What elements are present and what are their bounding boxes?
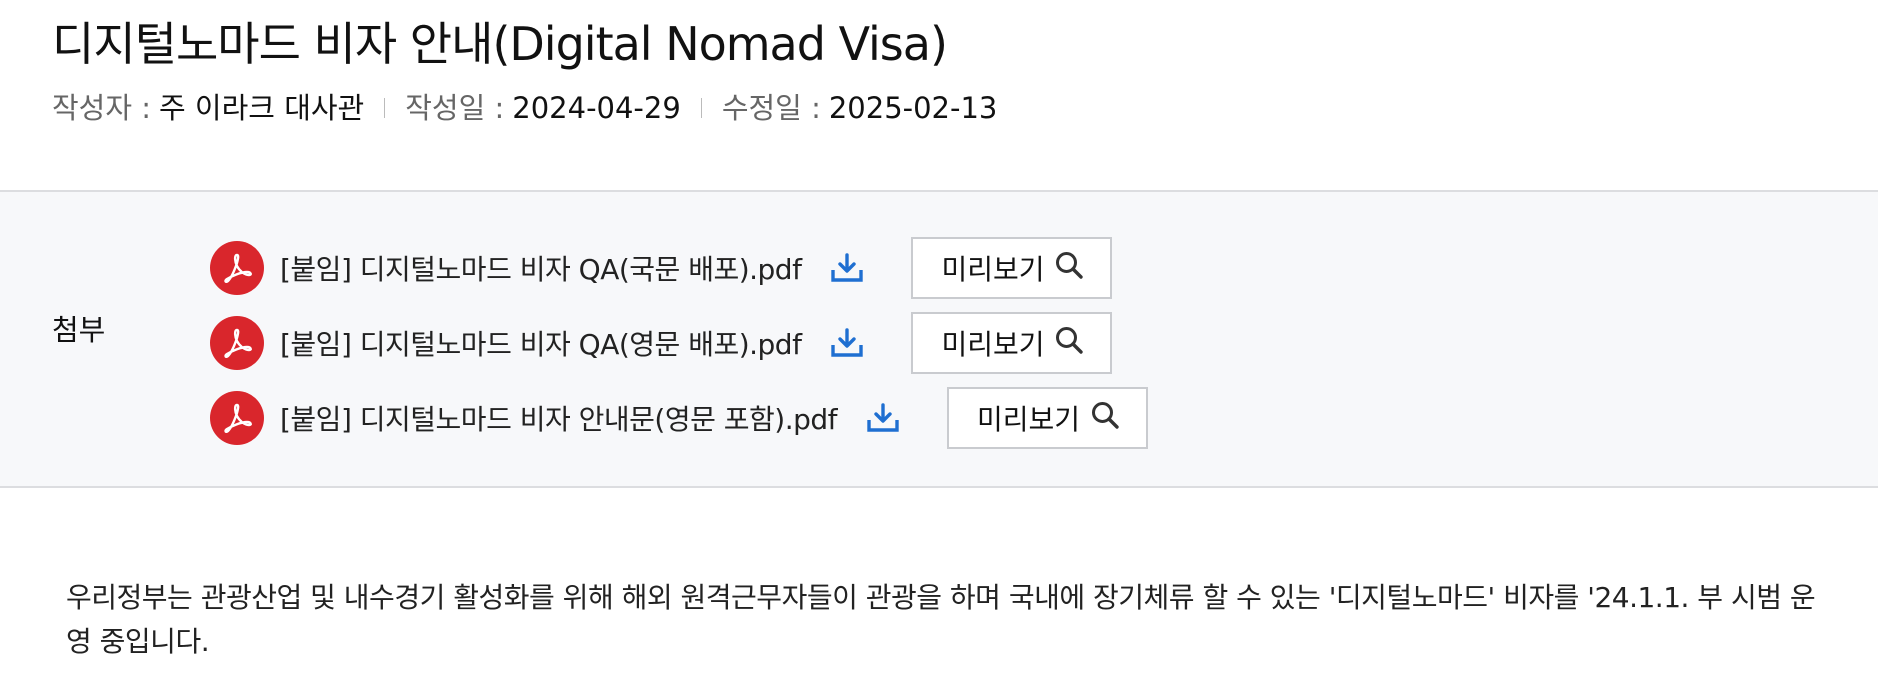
attachment-row: [붙임] 디지털노마드 비자 QA(영문 배포).pdf 미리보기 — [210, 312, 1113, 374]
attachments-section: 첨부 [붙임] 디지털노마드 비자 QA(국문 배포).pdf 미리보기 [붙임… — [0, 190, 1878, 488]
search-icon — [1090, 400, 1120, 437]
preview-button[interactable]: 미리보기 — [947, 387, 1149, 449]
preview-label: 미리보기 — [941, 253, 1045, 286]
attachment-link[interactable]: [붙임] 디지털노마드 비자 안내문(영문 포함).pdf — [280, 398, 838, 438]
modified-date: 2025-02-13 — [828, 91, 998, 125]
pdf-icon — [210, 316, 264, 370]
created-date: 2024-04-29 — [512, 91, 681, 125]
author-label: 작성자 : — [52, 91, 152, 125]
page-title: 디지털노마드 비자 안내(Digital Nomad Visa) — [52, 17, 948, 71]
preview-button[interactable]: 미리보기 — [911, 237, 1113, 299]
post-meta: 작성자 : 주 이라크 대사관 작성일 : 2024-04-29 수정일 : 2… — [52, 88, 997, 128]
pdf-icon — [210, 391, 264, 445]
attachment-link[interactable]: [붙임] 디지털노마드 비자 QA(국문 배포).pdf — [280, 248, 802, 288]
download-icon[interactable] — [829, 250, 865, 286]
preview-label: 미리보기 — [977, 403, 1081, 436]
search-icon — [1054, 325, 1084, 362]
attachment-link[interactable]: [붙임] 디지털노마드 비자 QA(영문 배포).pdf — [280, 323, 802, 363]
page: 디지털노마드 비자 안내(Digital Nomad Visa) 작성자 : 주… — [0, 0, 1878, 684]
attachments-label: 첨부 — [52, 313, 106, 347]
post-body-paragraph: 우리정부는 관광산업 및 내수경기 활성화를 위해 해외 원격근무자들이 관광을… — [66, 581, 1816, 658]
created-label: 작성일 : — [405, 91, 505, 125]
author-value: 주 이라크 대사관 — [159, 91, 365, 125]
meta-divider — [700, 98, 702, 118]
attachment-row: [붙임] 디지털노마드 비자 QA(국문 배포).pdf 미리보기 — [210, 237, 1113, 299]
meta-divider — [384, 98, 386, 118]
attachment-row: [붙임] 디지털노마드 비자 안내문(영문 포함).pdf 미리보기 — [210, 387, 1149, 449]
download-icon[interactable] — [829, 325, 865, 361]
preview-button[interactable]: 미리보기 — [911, 312, 1113, 374]
download-icon[interactable] — [865, 400, 901, 436]
preview-label: 미리보기 — [941, 328, 1045, 361]
modified-label: 수정일 : — [721, 91, 821, 125]
pdf-icon — [210, 241, 264, 295]
search-icon — [1054, 250, 1084, 287]
